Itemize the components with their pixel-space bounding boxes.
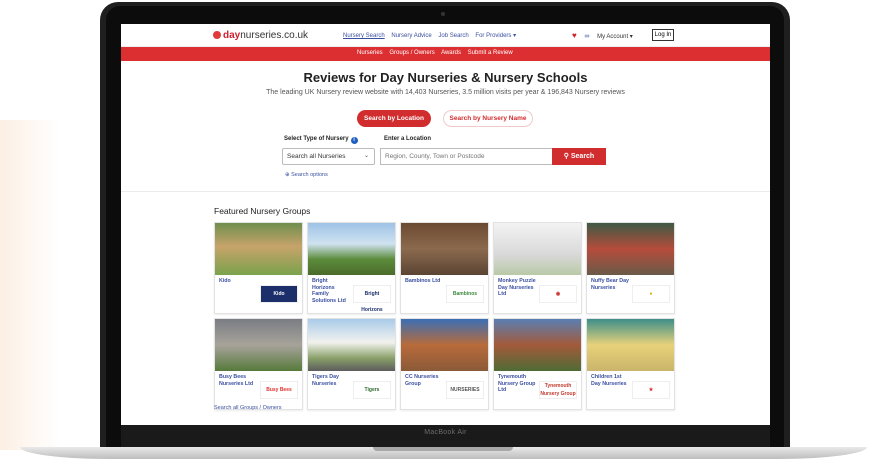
group-name: Nuffy Bear Day Nurseries bbox=[591, 278, 629, 291]
group-photo bbox=[215, 319, 302, 371]
search-button[interactable]: ⚲ Search bbox=[552, 148, 606, 165]
group-photo bbox=[494, 319, 581, 371]
group-name: Bright Horizons Family Solutions Ltd bbox=[312, 278, 346, 304]
group-name: Kido bbox=[219, 278, 231, 284]
group-card[interactable]: Tynemouth Nursery Group Ltd Tynemouth Nu… bbox=[493, 318, 582, 410]
group-logo: ● bbox=[632, 285, 670, 303]
search-all-groups-link[interactable]: Search all Groups / Owners bbox=[214, 405, 282, 411]
group-photo bbox=[494, 223, 581, 275]
nursery-type-label-text: Select Type of Nursery bbox=[284, 136, 349, 142]
site-logo[interactable]: daynurseries.co.uk bbox=[213, 30, 308, 41]
group-card[interactable]: Bambinos Ltd Bambinos bbox=[400, 222, 489, 314]
browser-screen: daynurseries.co.uk Nursery Search Nurser… bbox=[121, 24, 770, 425]
nav-nursery-search[interactable]: Nursery Search bbox=[343, 33, 385, 39]
group-photo bbox=[587, 223, 674, 275]
group-logo: NURSERIES bbox=[446, 381, 484, 399]
group-photo bbox=[308, 223, 395, 275]
group-logo: Kido bbox=[260, 285, 298, 303]
subnav-nurseries[interactable]: Nurseries bbox=[357, 50, 383, 56]
group-photo bbox=[401, 223, 488, 275]
group-photo bbox=[587, 319, 674, 371]
sub-nav-links: Nurseries Groups / Owners Awards Submit … bbox=[357, 50, 518, 56]
group-card[interactable]: Monkey Puzzle Day Nurseries Ltd ◉ bbox=[493, 222, 582, 314]
search-by-location-button[interactable]: Search by Location bbox=[357, 110, 431, 127]
group-card[interactable]: Tigers Day Nurseries Tigers bbox=[307, 318, 396, 410]
group-photo bbox=[308, 319, 395, 371]
group-logo: Tynemouth Nursery Group bbox=[539, 381, 577, 399]
search-icon: ⚲ bbox=[563, 153, 569, 160]
nav-nursery-advice[interactable]: Nursery Advice bbox=[391, 33, 431, 39]
group-card[interactable]: Kido Kido bbox=[214, 222, 303, 314]
subnav-groups[interactable]: Groups / Owners bbox=[389, 50, 434, 56]
group-card[interactable]: Children 1st Day Nurseries ★ bbox=[586, 318, 675, 410]
login-button[interactable]: Log In bbox=[652, 29, 674, 41]
group-logo: Tigers bbox=[353, 381, 391, 399]
search-by-name-button[interactable]: Search by Nursery Name bbox=[443, 110, 533, 127]
group-name: Bambinos Ltd bbox=[405, 278, 441, 284]
main-nav-links: Nursery Search Nursery Advice Job Search… bbox=[343, 32, 521, 39]
nursery-type-label: Select Type of Nursery i bbox=[284, 136, 358, 144]
background-glow bbox=[0, 120, 60, 450]
laptop-chin: MacBook Air bbox=[121, 425, 770, 447]
group-logo: Bright Horizons bbox=[353, 285, 391, 313]
search-button-label: Search bbox=[570, 153, 595, 160]
group-name: Children 1st Day Nurseries bbox=[591, 374, 627, 387]
group-logo: Bambinos bbox=[446, 285, 484, 303]
group-card[interactable]: Bright Horizons Family Solutions Ltd Bri… bbox=[307, 222, 396, 314]
group-photo bbox=[401, 319, 488, 371]
top-nav: daynurseries.co.uk Nursery Search Nurser… bbox=[121, 24, 770, 47]
sub-nav-bar: Nurseries Groups / Owners Awards Submit … bbox=[121, 47, 770, 61]
nav-job-search[interactable]: Job Search bbox=[438, 33, 468, 39]
group-logo: ◉ bbox=[539, 285, 577, 303]
group-name: Monkey Puzzle Day Nurseries Ltd bbox=[498, 278, 536, 297]
nursery-type-select[interactable]: Search all Nurseries ⌄ bbox=[282, 148, 375, 165]
heart-icon[interactable]: ♥ bbox=[572, 31, 577, 40]
my-account-link[interactable]: My Account ▾ bbox=[597, 34, 633, 40]
featured-groups-title: Featured Nursery Groups bbox=[214, 206, 311, 216]
logo-rest: nurseries.co.uk bbox=[240, 30, 309, 41]
page-title: Reviews for Day Nurseries & Nursery Scho… bbox=[303, 70, 588, 85]
subnav-awards[interactable]: Awards bbox=[441, 50, 461, 56]
section-divider bbox=[121, 191, 770, 192]
group-name: Busy Bees Nurseries Ltd bbox=[219, 374, 254, 387]
subnav-submit-review[interactable]: Submit a Review bbox=[468, 50, 513, 56]
page-subtitle: The leading UK Nursery review website wi… bbox=[266, 89, 625, 96]
group-logo: Busy Bees bbox=[260, 381, 298, 399]
group-name: CC Nurseries Group bbox=[405, 374, 439, 387]
search-options-link[interactable]: ⊕ Search options bbox=[285, 172, 328, 178]
camera-icon bbox=[441, 12, 445, 16]
group-photo bbox=[215, 223, 302, 275]
group-name: Tigers Day Nurseries bbox=[312, 374, 339, 387]
logo-brand: day bbox=[223, 30, 241, 41]
info-icon[interactable]: i bbox=[350, 137, 358, 144]
nav-for-providers[interactable]: For Providers ▾ bbox=[475, 33, 516, 39]
group-card[interactable]: Nuffy Bear Day Nurseries ● bbox=[586, 222, 675, 314]
device-label: MacBook Air bbox=[424, 429, 467, 436]
logo-icon bbox=[213, 31, 221, 39]
group-name: Tynemouth Nursery Group Ltd bbox=[498, 374, 536, 393]
search-options-label: Search options bbox=[291, 172, 328, 178]
laptop-notch bbox=[373, 447, 513, 451]
zoom-icon: ⊕ bbox=[285, 172, 290, 178]
stage: daynurseries.co.uk Nursery Search Nurser… bbox=[0, 0, 887, 464]
compare-icon[interactable]: ∞ bbox=[584, 33, 589, 40]
group-card[interactable]: Busy Bees Nurseries Ltd Busy Bees bbox=[214, 318, 303, 410]
chevron-down-icon: ⌄ bbox=[363, 153, 369, 159]
location-label: Enter a Location bbox=[384, 136, 432, 142]
account-nav: ♥ ∞ My Account ▾ bbox=[572, 31, 633, 40]
group-card[interactable]: CC Nurseries Group NURSERIES bbox=[400, 318, 489, 410]
nursery-type-value: Search all Nurseries bbox=[287, 153, 346, 160]
group-logo: ★ bbox=[632, 381, 670, 399]
location-input[interactable] bbox=[380, 148, 552, 165]
